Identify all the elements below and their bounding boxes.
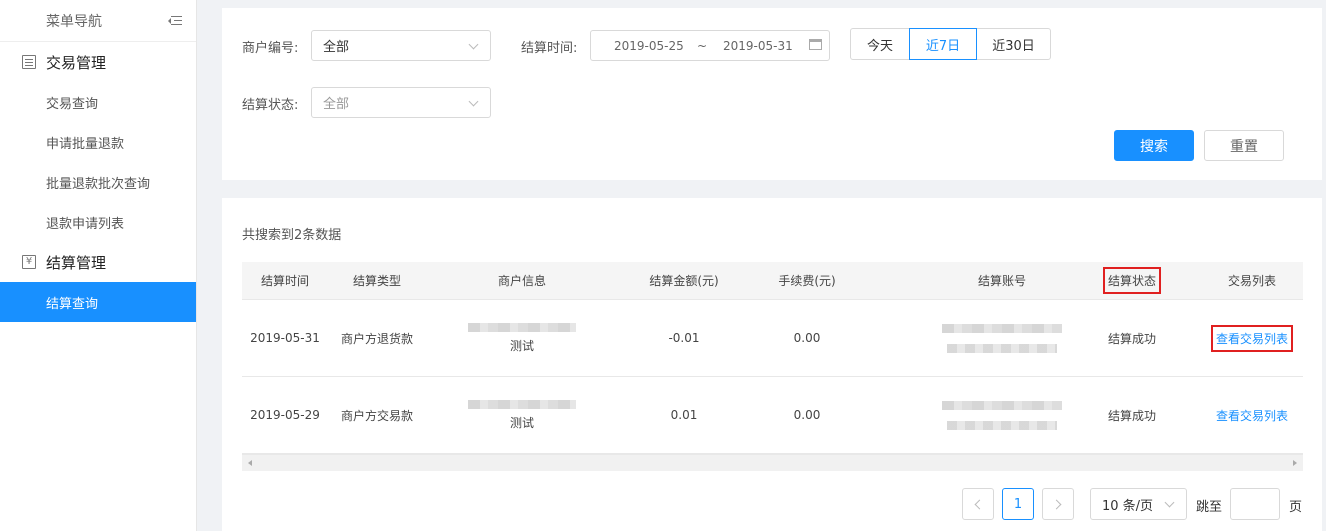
cell-amount: -0.01 [668, 331, 700, 345]
result-count: 共搜索到2条数据 [242, 228, 342, 243]
sidebar-item-trade-query[interactable]: 交易查询 [0, 82, 196, 122]
yen-icon: ¥ [22, 255, 36, 269]
sidebar-group-label: 结算管理 [46, 253, 107, 272]
scroll-left-icon[interactable] [248, 460, 252, 466]
filter-panel: 商户编号: 全部 结算时间: 2019-05-25 ~ 2019-05-31 今… [222, 8, 1322, 180]
cell-status: 结算成功 [1107, 331, 1156, 346]
cell-amount: 0.01 [670, 408, 698, 422]
blurred-merchant-name [468, 399, 576, 409]
table-row: 2019-05-29 商户方交易款 测试 0.01 0.00 结算成功 查看交易… [242, 377, 1303, 454]
column-header: 结算金额(元) [649, 274, 719, 288]
column-header: 商户信息 [497, 274, 546, 288]
page-size-value: 10 条/页 [1102, 498, 1154, 514]
merchant-note: 测试 [509, 415, 534, 430]
column-header-status: 结算状态 [1092, 262, 1172, 299]
document-icon [22, 55, 36, 69]
page-number-button[interactable]: 1 [1002, 488, 1034, 520]
status-label: 结算状态: [242, 98, 299, 113]
column-header: 结算账号 [977, 274, 1026, 288]
status-select[interactable]: 全部 [311, 87, 491, 118]
chevron-left-icon [974, 499, 985, 509]
column-header: 交易列表 [1227, 274, 1276, 288]
sidebar-item-batch-refund[interactable]: 申请批量退款 [0, 122, 196, 162]
page-size-select[interactable]: 10 条/页 [1090, 488, 1187, 520]
sidebar-item-refund-batch-query[interactable]: 批量退款批次查询 [0, 162, 196, 202]
status-select-value: 全部 [323, 97, 350, 112]
range-today-button[interactable]: 今天 [850, 28, 910, 60]
page-unit-label: 页 [1289, 500, 1303, 515]
chevron-down-icon [468, 39, 479, 50]
merchant-select[interactable]: 全部 [311, 30, 491, 61]
sidebar-group-trade[interactable]: 交易管理 [0, 42, 196, 82]
column-header: 结算类型 [352, 274, 401, 288]
cell-transactions: 查看交易列表 [1202, 300, 1302, 376]
scroll-right-icon[interactable] [1293, 460, 1297, 466]
jump-label: 跳至 [1196, 500, 1223, 515]
merchant-label: 商户编号: [242, 41, 299, 56]
cell-time: 2019-05-31 [250, 331, 320, 345]
cell-type: 商户方交易款 [340, 408, 413, 423]
quick-range-group: 今天 近7日 近30日 [850, 28, 1051, 60]
cell-type: 商户方退货款 [340, 331, 413, 346]
sidebar-title: 菜单导航 [46, 13, 102, 30]
range-30days-button[interactable]: 近30日 [976, 28, 1051, 60]
cell-account [942, 377, 1062, 453]
sidebar-group-settlement[interactable]: ¥ 结算管理 [0, 242, 196, 282]
merchant-select-value: 全部 [323, 40, 350, 55]
reset-button[interactable]: 重置 [1204, 130, 1284, 161]
blurred-account-line2 [947, 420, 1057, 430]
blurred-merchant-name [468, 322, 576, 332]
collapse-menu-icon[interactable] [168, 15, 182, 27]
sidebar-group-label: 交易管理 [46, 53, 107, 72]
sidebar-item-settlement-query[interactable]: 结算查询 [0, 282, 196, 322]
sidebar: 菜单导航 交易管理 交易查询 申请批量退款 批量退款批次查询 退款申请列表 ¥ … [0, 0, 197, 531]
table-row: 2019-05-31 商户方退货款 测试 -0.01 0.00 结算成功 查看交… [242, 300, 1303, 377]
chevron-down-icon [1164, 497, 1175, 508]
sidebar-header: 菜单导航 [0, 0, 196, 42]
results-panel: 共搜索到2条数据 结算时间 结算类型 商户信息 结算金额(元) 手续费(元) 结… [222, 198, 1322, 531]
chevron-right-icon [1051, 499, 1062, 509]
chevron-down-icon [468, 96, 479, 107]
calendar-icon [809, 39, 822, 50]
table-header: 结算时间 结算类型 商户信息 结算金额(元) 手续费(元) 结算账号 结算状态 … [242, 262, 1303, 300]
prev-page-button[interactable] [962, 488, 994, 520]
blurred-account [942, 323, 1062, 333]
blurred-account [942, 400, 1062, 410]
cell-merchant: 测试 [462, 377, 582, 453]
next-page-button[interactable] [1042, 488, 1074, 520]
cell-status: 结算成功 [1107, 408, 1156, 423]
cell-fee: 0.00 [793, 408, 821, 422]
cell-account [942, 300, 1062, 376]
merchant-note: 测试 [509, 338, 534, 353]
search-button[interactable]: 搜索 [1114, 130, 1194, 161]
cell-transactions: 查看交易列表 [1202, 377, 1302, 453]
horizontal-scrollbar[interactable] [242, 454, 1303, 471]
blurred-account-line2 [947, 343, 1057, 353]
date-range-picker[interactable]: 2019-05-25 ~ 2019-05-31 [590, 30, 830, 61]
cell-fee: 0.00 [793, 331, 821, 345]
settle-time-label: 结算时间: [521, 41, 578, 56]
cell-time: 2019-05-29 [250, 408, 320, 422]
view-transactions-link[interactable]: 查看交易列表 [1216, 407, 1288, 424]
date-separator: ~ [697, 39, 708, 53]
status-header-highlight: 结算状态 [1102, 267, 1162, 294]
sidebar-item-refund-list[interactable]: 退款申请列表 [0, 202, 196, 242]
date-end: 2019-05-31 [723, 39, 793, 53]
pagination: 1 10 条/页 跳至 页 [222, 488, 1322, 520]
date-start: 2019-05-25 [614, 39, 684, 53]
column-header: 结算时间 [260, 274, 309, 288]
range-7days-button[interactable]: 近7日 [909, 28, 977, 60]
jump-page-input[interactable] [1230, 488, 1280, 520]
cell-merchant: 测试 [462, 300, 582, 376]
settlement-table: 结算时间 结算类型 商户信息 结算金额(元) 手续费(元) 结算账号 结算状态 … [242, 262, 1303, 471]
column-header: 手续费(元) [778, 274, 836, 288]
view-transactions-link[interactable]: 查看交易列表 [1210, 324, 1294, 352]
